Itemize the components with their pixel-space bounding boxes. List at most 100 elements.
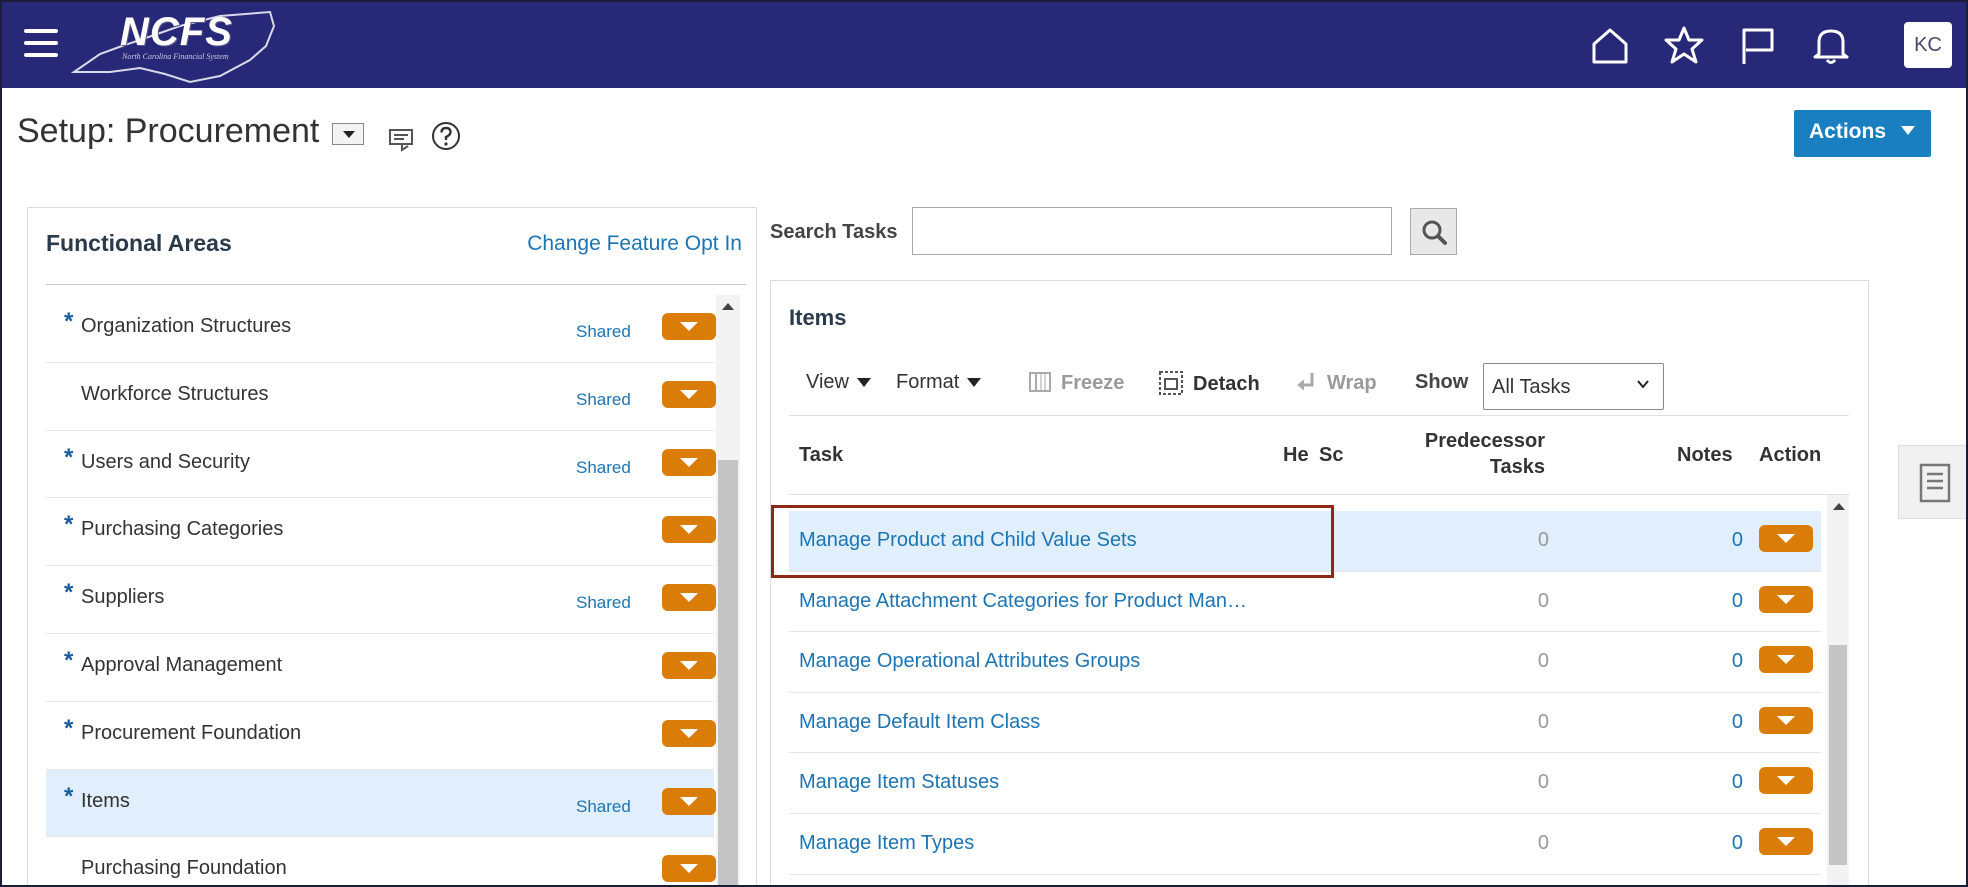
wrap-label: Wrap [1327,372,1377,394]
predecessor-count: 0 [1537,710,1549,733]
functional-areas-scrollbar[interactable] [716,295,740,885]
actions-menu-button[interactable]: Actions [1794,110,1931,157]
favorites-star-icon[interactable] [1663,24,1705,66]
task-actions-button[interactable] [1759,585,1813,613]
items-title: Items [789,305,847,330]
show-label: Show [1415,371,1469,393]
side-panel-tab[interactable] [1898,445,1966,519]
search-button[interactable] [1410,208,1457,255]
chevron-down-icon [1637,380,1649,389]
column-header-he[interactable]: He [1283,444,1309,467]
shared-indicator: Shared [576,593,631,613]
task-link[interactable]: Manage Product and Child Value Sets [799,529,1137,552]
task-row: Manage Product and Child Value Sets 0 0 [789,511,1821,572]
task-row: Manage Attachment Categories for Product… [789,572,1821,633]
functional-area-row[interactable]: * Purchasing Categories [46,498,716,567]
logo-text: NCFS [120,10,233,54]
functional-area-label: Purchasing Foundation [81,857,287,880]
detach-label: Detach [1193,373,1260,395]
scroll-up-arrow-icon[interactable] [722,303,734,310]
functional-area-label: Users and Security [81,450,250,473]
tasks-scrollbar[interactable] [1827,495,1849,885]
wrap-icon [1297,373,1314,391]
column-header-predecessor[interactable]: Predecessor [1395,430,1545,453]
notes-count-link[interactable]: 0 [1719,711,1743,734]
functional-area-row[interactable]: * Approval Management [46,634,716,702]
task-actions-button[interactable] [1759,525,1813,552]
task-actions-button[interactable] [1759,706,1813,734]
home-icon[interactable] [1589,24,1631,66]
functional-area-actions-button[interactable] [662,787,716,815]
notes-count-link[interactable]: 0 [1719,832,1743,855]
detach-button[interactable]: Detach [1159,371,1260,396]
task-link[interactable]: Manage Attachment Categories for Product… [799,590,1247,613]
functional-area-actions-button[interactable] [662,651,716,679]
show-tasks-select[interactable]: All Tasks [1483,363,1664,410]
functional-area-actions-button[interactable] [662,448,716,476]
column-header-task[interactable]: Task [799,444,843,467]
task-link[interactable]: Manage Item Statuses [799,771,999,794]
shared-indicator: Shared [576,389,631,409]
functional-area-actions-button[interactable] [662,719,716,747]
scroll-up-arrow-icon[interactable] [1833,503,1845,510]
functional-area-actions-button[interactable] [662,584,716,612]
help-icon[interactable] [430,120,462,152]
notes-count-link[interactable]: 0 [1719,590,1743,613]
notes-count-link[interactable]: 0 [1719,771,1743,794]
view-menu[interactable]: View [806,371,871,394]
task-list-icon[interactable] [388,126,416,152]
user-avatar[interactable]: KC [1904,22,1952,68]
column-header-action[interactable]: Action [1759,444,1829,467]
task-actions-button[interactable] [1759,646,1813,674]
logo-subtext: North Carolina Financial System [122,52,229,61]
freeze-button[interactable]: Freeze [1029,371,1124,395]
table-header: Task He Sc Predecessor Tasks Notes Actio… [789,415,1849,495]
search-tasks-input[interactable] [912,207,1392,255]
task-row: Manage Item Statuses 0 0 [789,753,1821,814]
column-header-sc[interactable]: Sc [1319,444,1345,467]
notes-count-link[interactable]: 0 [1719,650,1743,673]
divider [46,284,746,285]
table-toolbar: View Format Freeze Detach Wrap Show [771,371,1851,411]
navigator-menu-icon[interactable] [24,29,58,59]
notes-count-link[interactable]: 0 [1719,529,1743,552]
functional-area-row[interactable]: Workforce Structures Shared [46,363,716,431]
functional-area-row[interactable]: * Organization Structures Shared [46,295,716,363]
task-link[interactable]: Manage Operational Attributes Groups [799,650,1140,673]
freeze-icon [1029,372,1051,392]
functional-area-row[interactable]: * Items Shared [46,769,716,838]
functional-areas-panel: Functional Areas Change Feature Opt In *… [27,207,757,885]
wrap-button[interactable]: Wrap [1295,371,1377,395]
task-link[interactable]: Manage Default Item Class [799,711,1040,734]
ncfs-logo[interactable]: NCFS North Carolina Financial System [70,6,275,84]
functional-area-label: Items [81,789,130,812]
functional-area-actions-button[interactable] [662,855,716,883]
functional-area-row[interactable]: * Suppliers Shared [46,566,716,634]
functional-area-label: Procurement Foundation [81,721,302,744]
flag-icon[interactable] [1736,24,1778,66]
functional-area-actions-button[interactable] [662,380,716,408]
scrollbar-thumb[interactable] [718,460,738,885]
page-title: Setup: Procurement [17,112,320,150]
notifications-bell-icon[interactable] [1810,24,1852,66]
task-link[interactable]: Manage Item Types [799,832,974,855]
view-label: View [806,371,849,393]
title-dropdown-button[interactable] [332,123,364,145]
functional-area-label: Organization Structures [81,315,292,337]
tasks-table-body: Manage Product and Child Value Sets 0 0 Man… [789,511,1821,875]
functional-area-actions-button[interactable] [662,313,716,340]
functional-area-row[interactable]: Purchasing Foundation [46,837,716,885]
functional-area-actions-button[interactable] [662,516,716,544]
task-actions-button[interactable] [1759,767,1813,795]
scrollbar-thumb[interactable] [1829,645,1847,865]
required-asterisk: * [64,782,74,810]
functional-area-row[interactable]: * Users and Security Shared [46,431,716,499]
required-asterisk: * [64,308,74,335]
predecessor-count: 0 [1537,589,1549,612]
functional-area-row[interactable]: * Procurement Foundation [46,702,716,770]
task-row: Manage Default Item Class 0 0 [789,693,1821,754]
change-feature-opt-in-link[interactable]: Change Feature Opt In [527,232,742,256]
format-menu[interactable]: Format [896,371,982,394]
column-header-notes[interactable]: Notes [1677,444,1733,467]
task-actions-button[interactable] [1759,827,1813,855]
